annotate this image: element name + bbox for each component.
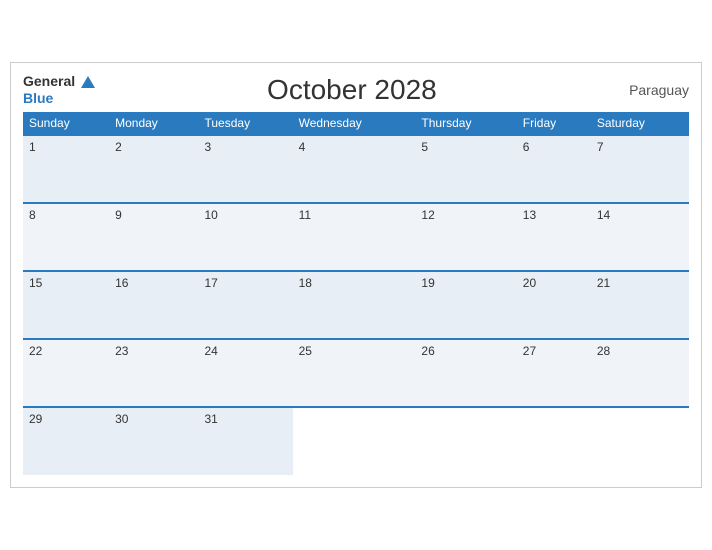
logo-blue-text: Blue <box>23 90 53 106</box>
day-number: 2 <box>115 140 122 154</box>
calendar-cell: 28 <box>591 339 689 407</box>
header-tuesday: Tuesday <box>199 112 293 135</box>
calendar-cell: 29 <box>23 407 109 475</box>
calendar-week-row: 29 30 31 <box>23 407 689 475</box>
calendar-thead: Sunday Monday Tuesday Wednesday Thursday… <box>23 112 689 135</box>
header-sunday: Sunday <box>23 112 109 135</box>
header-saturday: Saturday <box>591 112 689 135</box>
calendar-cell: 17 <box>199 271 293 339</box>
day-number: 24 <box>205 344 218 358</box>
day-number: 8 <box>29 208 36 222</box>
calendar-cell: 1 <box>23 135 109 203</box>
day-number: 15 <box>29 276 42 290</box>
day-number: 14 <box>597 208 610 222</box>
header-thursday: Thursday <box>415 112 516 135</box>
day-number: 22 <box>29 344 42 358</box>
calendar-cell: 7 <box>591 135 689 203</box>
calendar-cell: 12 <box>415 203 516 271</box>
calendar-week-row: 15 16 17 18 19 20 21 <box>23 271 689 339</box>
calendar-cell: 10 <box>199 203 293 271</box>
calendar-cell: 14 <box>591 203 689 271</box>
header-monday: Monday <box>109 112 198 135</box>
calendar-cell: 23 <box>109 339 198 407</box>
calendar-cell <box>293 407 416 475</box>
calendar-cell: 9 <box>109 203 198 271</box>
country-label: Paraguay <box>609 82 689 98</box>
header-wednesday: Wednesday <box>293 112 416 135</box>
day-number: 7 <box>597 140 604 154</box>
calendar-cell: 4 <box>293 135 416 203</box>
day-number: 25 <box>299 344 312 358</box>
calendar-cell <box>415 407 516 475</box>
calendar-cell: 26 <box>415 339 516 407</box>
calendar-cell: 27 <box>517 339 591 407</box>
day-number: 9 <box>115 208 122 222</box>
calendar-cell <box>591 407 689 475</box>
calendar-week-row: 22 23 24 25 26 27 28 <box>23 339 689 407</box>
calendar-cell: 13 <box>517 203 591 271</box>
logo: General Blue <box>23 73 95 107</box>
calendar-title: October 2028 <box>95 74 609 106</box>
day-number: 20 <box>523 276 536 290</box>
calendar-cell: 20 <box>517 271 591 339</box>
calendar-cell: 24 <box>199 339 293 407</box>
calendar-cell: 15 <box>23 271 109 339</box>
day-number: 16 <box>115 276 128 290</box>
day-number: 18 <box>299 276 312 290</box>
calendar-cell <box>517 407 591 475</box>
calendar-cell: 8 <box>23 203 109 271</box>
calendar-cell: 3 <box>199 135 293 203</box>
day-number: 29 <box>29 412 42 426</box>
logo-general-text: General <box>23 73 75 89</box>
calendar-cell: 25 <box>293 339 416 407</box>
calendar-week-row: 1 2 3 4 5 6 7 <box>23 135 689 203</box>
calendar-cell: 5 <box>415 135 516 203</box>
day-number: 11 <box>299 208 311 222</box>
day-number: 5 <box>421 140 428 154</box>
day-number: 10 <box>205 208 218 222</box>
calendar-cell: 31 <box>199 407 293 475</box>
calendar-cell: 21 <box>591 271 689 339</box>
day-number: 27 <box>523 344 536 358</box>
calendar-week-row: 8 9 10 11 12 13 14 <box>23 203 689 271</box>
calendar: General Blue October 2028 Paraguay Sunda… <box>10 62 702 489</box>
calendar-cell: 16 <box>109 271 198 339</box>
calendar-cell: 2 <box>109 135 198 203</box>
day-number: 26 <box>421 344 434 358</box>
calendar-cell: 19 <box>415 271 516 339</box>
calendar-cell: 6 <box>517 135 591 203</box>
calendar-tbody: 1234567891011121314151617181920212223242… <box>23 135 689 475</box>
calendar-cell: 11 <box>293 203 416 271</box>
day-number: 1 <box>29 140 36 154</box>
day-number: 30 <box>115 412 128 426</box>
day-number: 12 <box>421 208 434 222</box>
day-number: 28 <box>597 344 610 358</box>
day-number: 19 <box>421 276 434 290</box>
day-number: 17 <box>205 276 218 290</box>
days-header-row: Sunday Monday Tuesday Wednesday Thursday… <box>23 112 689 135</box>
calendar-cell: 22 <box>23 339 109 407</box>
calendar-table: Sunday Monday Tuesday Wednesday Thursday… <box>23 112 689 475</box>
day-number: 6 <box>523 140 530 154</box>
calendar-header: General Blue October 2028 Paraguay <box>23 73 689 107</box>
day-number: 21 <box>597 276 610 290</box>
day-number: 3 <box>205 140 212 154</box>
calendar-cell: 18 <box>293 271 416 339</box>
day-number: 23 <box>115 344 128 358</box>
day-number: 4 <box>299 140 306 154</box>
calendar-cell: 30 <box>109 407 198 475</box>
day-number: 31 <box>205 412 218 426</box>
logo-top: General <box>23 73 95 90</box>
logo-triangle-icon <box>81 76 95 88</box>
header-friday: Friday <box>517 112 591 135</box>
day-number: 13 <box>523 208 536 222</box>
